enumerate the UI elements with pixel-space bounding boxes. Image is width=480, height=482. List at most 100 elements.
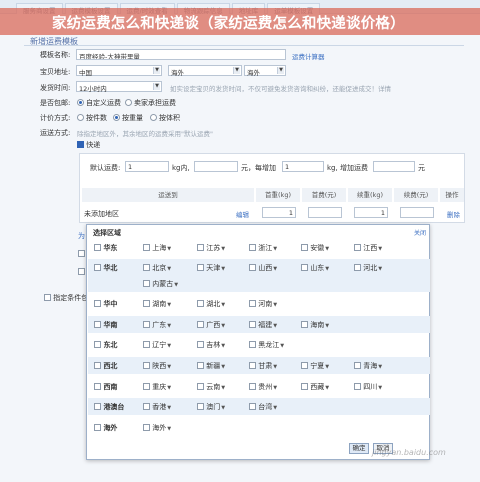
- chevron-down-icon[interactable]: ▼: [378, 364, 382, 370]
- first-weight-input[interactable]: 1: [262, 207, 296, 218]
- ship-time-select[interactable]: 12小时内 ▼: [76, 81, 162, 93]
- province-checkbox[interactable]: 贵州▼: [249, 382, 277, 392]
- checkbox-icon[interactable]: [78, 250, 85, 257]
- chevron-down-icon[interactable]: ▼: [167, 246, 171, 252]
- chevron-down-icon[interactable]: ▼: [273, 364, 277, 370]
- chevron-down-icon[interactable]: ▼: [273, 405, 277, 411]
- chevron-down-icon[interactable]: ▼: [167, 385, 171, 391]
- dialog-close-link[interactable]: 关闭: [414, 228, 426, 237]
- province-checkbox[interactable]: 江西▼: [354, 243, 382, 253]
- default-add-weight-input[interactable]: 1: [282, 161, 324, 172]
- chevron-down-icon[interactable]: ▼: [167, 343, 171, 349]
- conditional-free-checkbox[interactable]: 指定条件包: [44, 293, 88, 303]
- country-select[interactable]: 中国 ▼: [76, 65, 162, 77]
- chevron-down-icon[interactable]: ▼: [167, 266, 171, 272]
- province-checkbox[interactable]: 安徽▼: [301, 243, 329, 253]
- region-checkbox-east[interactable]: 华东: [94, 243, 117, 253]
- chevron-down-icon[interactable]: ▼: [221, 246, 225, 252]
- chevron-down-icon[interactable]: ▼: [221, 343, 225, 349]
- province-checkbox[interactable]: 西藏▼: [301, 382, 329, 392]
- chevron-down-icon[interactable]: ▼: [378, 385, 382, 391]
- chevron-down-icon[interactable]: ▼: [167, 302, 171, 308]
- province-checkbox[interactable]: 天津▼: [197, 263, 225, 273]
- chevron-down-icon[interactable]: ▼: [221, 323, 225, 329]
- edit-link[interactable]: 编辑: [236, 209, 249, 219]
- chevron-down-icon[interactable]: ▼: [273, 323, 277, 329]
- chevron-down-icon[interactable]: ▼: [273, 266, 277, 272]
- region-checkbox-northwest[interactable]: 西北: [94, 361, 117, 371]
- radio-by-weight[interactable]: 按重量: [113, 113, 143, 123]
- province-checkbox[interactable]: 吉林▼: [197, 340, 225, 350]
- chevron-down-icon[interactable]: ▼: [325, 385, 329, 391]
- city-select[interactable]: 海外 ▼: [244, 65, 286, 77]
- add-weight-input[interactable]: 1: [354, 207, 388, 218]
- freight-calculator-link[interactable]: 运费计算器: [292, 51, 325, 61]
- province-checkbox[interactable]: 云南▼: [197, 382, 225, 392]
- region-checkbox-hmt[interactable]: 港澳台: [94, 402, 124, 412]
- chevron-down-icon[interactable]: ▼: [167, 426, 171, 432]
- chevron-down-icon[interactable]: ▼: [378, 246, 382, 252]
- province-checkbox[interactable]: 陕西▼: [143, 361, 171, 371]
- province-checkbox[interactable]: 广东▼: [143, 320, 171, 330]
- province-checkbox[interactable]: 澳门▼: [197, 402, 225, 412]
- chevron-down-icon[interactable]: ▼: [167, 405, 171, 411]
- chevron-down-icon[interactable]: ▼: [325, 266, 329, 272]
- chevron-down-icon[interactable]: ▼: [167, 323, 171, 329]
- province-select[interactable]: 海外 ▼: [168, 65, 242, 77]
- delete-link[interactable]: 删除: [447, 209, 460, 219]
- province-checkbox[interactable]: 新疆▼: [197, 361, 225, 371]
- region-checkbox-overseas[interactable]: 海外: [94, 423, 117, 433]
- chevron-down-icon[interactable]: ▼: [167, 364, 171, 370]
- province-checkbox[interactable]: 湖南▼: [143, 299, 171, 309]
- province-checkbox[interactable]: 内蒙古▼: [143, 279, 178, 289]
- default-add-fee-input[interactable]: [373, 161, 415, 172]
- region-checkbox-north[interactable]: 华北: [94, 263, 117, 273]
- province-checkbox[interactable]: 青海▼: [354, 361, 382, 371]
- chevron-down-icon[interactable]: ▼: [273, 302, 277, 308]
- radio-by-volume[interactable]: 按体积: [150, 113, 180, 123]
- default-first-fee-input[interactable]: [194, 161, 238, 172]
- province-checkbox[interactable]: 上海▼: [143, 243, 171, 253]
- radio-by-count[interactable]: 按件数: [77, 113, 107, 123]
- specify-region-link[interactable]: 为: [78, 231, 85, 241]
- province-checkbox[interactable]: 北京▼: [143, 263, 171, 273]
- province-checkbox[interactable]: 海外▼: [143, 423, 171, 433]
- region-checkbox-northeast[interactable]: 东北: [94, 340, 117, 350]
- chevron-down-icon[interactable]: ▼: [325, 246, 329, 252]
- chevron-down-icon[interactable]: ▼: [325, 364, 329, 370]
- province-checkbox[interactable]: 河南▼: [249, 299, 277, 309]
- chevron-down-icon[interactable]: ▼: [221, 385, 225, 391]
- province-checkbox[interactable]: 河北▼: [354, 263, 382, 273]
- province-checkbox[interactable]: 宁夏▼: [301, 361, 329, 371]
- province-checkbox[interactable]: 福建▼: [249, 320, 277, 330]
- chevron-down-icon[interactable]: ▼: [221, 364, 225, 370]
- chevron-down-icon[interactable]: ▼: [273, 246, 277, 252]
- default-first-weight-input[interactable]: 1: [125, 161, 169, 172]
- province-checkbox[interactable]: 辽宁▼: [143, 340, 171, 350]
- province-checkbox[interactable]: 浙江▼: [249, 243, 277, 253]
- province-checkbox[interactable]: 广西▼: [197, 320, 225, 330]
- express-checkbox[interactable]: 快递: [77, 140, 100, 150]
- region-checkbox-south[interactable]: 华南: [94, 320, 117, 330]
- province-checkbox[interactable]: 江苏▼: [197, 243, 225, 253]
- chevron-down-icon[interactable]: ▼: [221, 302, 225, 308]
- province-checkbox[interactable]: 山东▼: [301, 263, 329, 273]
- province-checkbox[interactable]: 黑龙江▼: [249, 340, 284, 350]
- chevron-down-icon[interactable]: ▼: [273, 385, 277, 391]
- province-checkbox[interactable]: 四川▼: [354, 382, 382, 392]
- checkbox-icon[interactable]: [78, 268, 85, 275]
- first-fee-input[interactable]: [308, 207, 342, 218]
- chevron-down-icon[interactable]: ▼: [280, 343, 284, 349]
- province-checkbox[interactable]: 山西▼: [249, 263, 277, 273]
- chevron-down-icon[interactable]: ▼: [325, 323, 329, 329]
- chevron-down-icon[interactable]: ▼: [174, 282, 178, 288]
- radio-custom-freight[interactable]: 自定义运费: [77, 98, 121, 108]
- province-checkbox[interactable]: 台湾▼: [249, 402, 277, 412]
- ok-button[interactable]: 确定: [349, 443, 369, 454]
- region-checkbox-central[interactable]: 华中: [94, 299, 117, 309]
- chevron-down-icon[interactable]: ▼: [378, 266, 382, 272]
- province-checkbox[interactable]: 海南▼: [301, 320, 329, 330]
- province-checkbox[interactable]: 湖北▼: [197, 299, 225, 309]
- template-name-input[interactable]: 百度经验-大神带里量: [76, 49, 286, 60]
- province-checkbox[interactable]: 香港▼: [143, 402, 171, 412]
